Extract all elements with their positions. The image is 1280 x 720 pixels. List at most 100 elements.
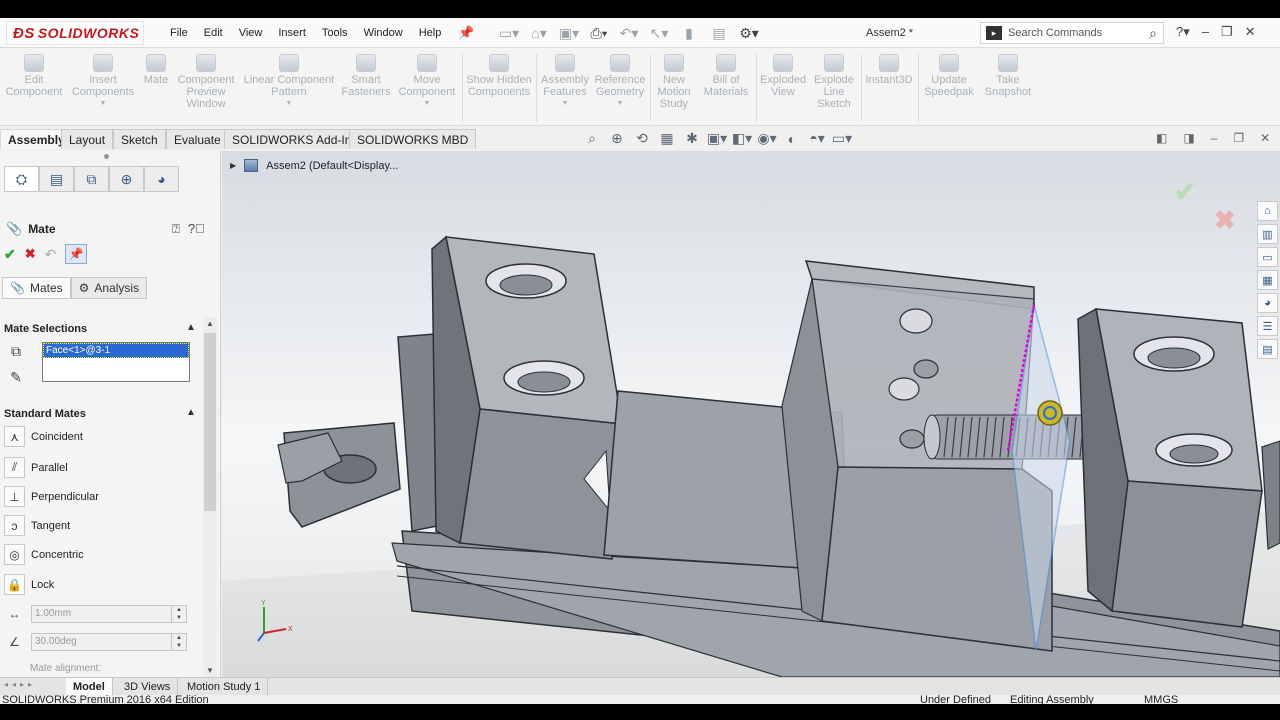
view-palette-icon[interactable]: ▦	[1257, 270, 1278, 290]
exploded-view-button[interactable]: Exploded View	[760, 54, 806, 98]
confirm-ok-check-icon[interactable]: ✔	[1174, 177, 1196, 208]
tile-left-icon[interactable]: ◧	[1156, 131, 1167, 145]
mate-button[interactable]: Mate	[140, 54, 172, 86]
collapse-caret-icon[interactable]: ▲	[186, 322, 196, 333]
dynamic-annotation-icon[interactable]: ✱	[682, 130, 702, 147]
component-preview-window-button[interactable]: Component Preview Window	[176, 54, 236, 110]
zoom-to-fit-icon[interactable]: ⌕	[582, 130, 602, 147]
instant3d-button[interactable]: Instant3D	[864, 54, 914, 86]
tree-root-label[interactable]: Assem2 (Default<Display...	[266, 160, 398, 172]
angle-field[interactable]: 30.00deg ▲ ▼	[31, 632, 187, 651]
help-icon[interactable]: ?▾	[1176, 24, 1190, 40]
whats-wrong-icon[interactable]: ⍰	[172, 221, 180, 237]
solidworks-resources-icon[interactable]: ⌂	[1257, 201, 1278, 221]
hide-show-items-icon[interactable]: ◉▾	[757, 130, 777, 147]
dimxpert-manager-tab-icon[interactable]: ⊕	[109, 166, 144, 192]
scroll-down-icon[interactable]: ▼	[206, 666, 214, 675]
appearances-icon[interactable]: ◕	[1257, 293, 1278, 313]
rebuild-icon[interactable]: ▮	[676, 23, 702, 43]
feature-tree-flyout[interactable]: ▶ Assem2 (Default<Display...	[230, 159, 398, 172]
tree-expand-icon[interactable]: ▶	[230, 161, 236, 170]
angle-icon[interactable]: ∠	[4, 631, 25, 652]
file-explorer-icon[interactable]: ▭	[1257, 247, 1278, 267]
distance-spinner[interactable]: ▲ ▼	[171, 605, 186, 622]
close-icon[interactable]: ✕	[1245, 24, 1256, 40]
menu-edit[interactable]: Edit	[196, 27, 231, 39]
viewport-close-icon[interactable]: ✕	[1260, 131, 1270, 145]
search-icon[interactable]: ⌕	[1149, 25, 1157, 42]
display-manager-tab-icon[interactable]: ◕	[144, 166, 179, 192]
undo-arrow-icon[interactable]: ↶	[45, 246, 57, 263]
minimize-icon[interactable]: –	[1202, 24, 1209, 40]
previous-view-icon[interactable]: ⟲	[632, 130, 652, 147]
mate-selections-heading[interactable]: Mate Selections	[4, 323, 87, 335]
tab-navigation-icons[interactable]: ◂◂▸▸	[4, 680, 36, 689]
design-library-icon[interactable]: ▥	[1257, 224, 1278, 244]
edit-component-button[interactable]: Edit Component	[4, 54, 64, 98]
mate-concentric[interactable]: ◎ Concentric	[4, 544, 84, 565]
cancel-x-icon[interactable]: ✖	[25, 246, 36, 262]
display-style-icon[interactable]: ◧▾	[732, 130, 752, 147]
update-speedpak-button[interactable]: Update Speedpak	[922, 54, 976, 98]
show-hidden-components-button[interactable]: Show Hidden Components	[466, 54, 532, 98]
graphics-area[interactable]: ▶ Assem2 (Default<Display... ✔ ✖ Y X	[222, 151, 1280, 677]
viewport-restore-icon[interactable]: ❐	[1233, 131, 1244, 145]
tab-solidworks-mbd[interactable]: SOLIDWORKS MBD	[349, 129, 477, 149]
tab-evaluate[interactable]: Evaluate	[166, 129, 229, 149]
solidworks-logo[interactable]: ƉS SOLIDWORKS	[6, 21, 144, 45]
tab-solidworks-addins[interactable]: SOLIDWORKS Add-Ins	[224, 129, 366, 149]
search-scope-icon[interactable]: ▸	[986, 26, 1002, 40]
mate-parallel[interactable]: ⫽ Parallel	[4, 457, 68, 478]
tab-motion-study-1[interactable]: Motion Study 1	[180, 678, 269, 695]
linear-component-pattern-button[interactable]: Linear Component Pattern ▼	[242, 54, 336, 110]
pin-menu-icon[interactable]: 📌	[458, 25, 474, 41]
insert-components-button[interactable]: Insert Components ▼	[70, 54, 136, 110]
options-gear-icon[interactable]: ⚙▾	[736, 23, 762, 43]
menu-window[interactable]: Window	[356, 27, 411, 39]
scrollbar-thumb[interactable]	[204, 333, 216, 511]
tab-analysis[interactable]: ⚙ Analysis	[70, 277, 148, 299]
entities-to-mate-icon[interactable]: ⧉	[6, 341, 26, 361]
selected-entity-item[interactable]: Face<1>@3-1	[43, 343, 189, 358]
viewport-minimize-icon[interactable]: –	[1211, 131, 1218, 145]
view-settings-icon[interactable]: ▭▾	[832, 130, 852, 147]
restore-icon[interactable]: ❐	[1221, 24, 1233, 40]
file-properties-icon[interactable]: ▤	[706, 23, 732, 43]
tab-layout[interactable]: Layout	[61, 129, 114, 149]
units-selector[interactable]: MMGS	[1144, 694, 1178, 704]
configuration-manager-tab-icon[interactable]: ⧉	[74, 166, 109, 192]
menu-tools[interactable]: Tools	[314, 27, 356, 39]
print-icon[interactable]: ⎙▾	[586, 23, 612, 43]
view-orientation-icon[interactable]: ▣▾	[707, 130, 727, 147]
rotate-handle-icon[interactable]	[1037, 400, 1063, 426]
section-view-icon[interactable]: ▦	[657, 130, 677, 147]
mate-coincident[interactable]: ⋏ Coincident	[4, 426, 83, 447]
move-component-button[interactable]: Move Component ▼	[396, 54, 458, 110]
tab-3d-views[interactable]: 3D Views	[117, 678, 179, 695]
distance-icon[interactable]: ↔	[4, 603, 25, 624]
explode-line-sketch-button[interactable]: Explode Line Sketch	[810, 54, 858, 110]
take-snapshot-button[interactable]: Take Snapshot	[982, 54, 1034, 98]
distance-field[interactable]: 1.00mm ▲ ▼	[31, 604, 187, 623]
panel-grip-icon[interactable]	[104, 154, 109, 159]
undo-icon[interactable]: ↶▾	[616, 23, 642, 43]
open-icon[interactable]: ⌂▾	[526, 23, 552, 43]
mate-tangent[interactable]: ↄ Tangent	[4, 515, 70, 536]
reference-geometry-button[interactable]: Reference Geometry ▼	[594, 54, 646, 110]
smart-fasteners-button[interactable]: Smart Fasteners	[340, 54, 392, 98]
angle-spinner[interactable]: ▲ ▼	[171, 633, 186, 650]
custom-properties-icon[interactable]: ☰	[1257, 316, 1278, 336]
edit-appearance-icon[interactable]: ◐	[782, 130, 802, 147]
keep-visible-pin-icon[interactable]: 📌	[65, 244, 88, 264]
tab-sketch[interactable]: Sketch	[113, 129, 166, 149]
multiple-mate-icon[interactable]: ✎	[6, 367, 26, 387]
select-icon[interactable]: ↖▾	[646, 23, 672, 43]
menu-file[interactable]: File	[162, 27, 196, 39]
assembly-features-button[interactable]: Assembly Features ▼	[540, 54, 590, 110]
panel-scrollbar[interactable]: ▲ ▼	[203, 317, 217, 677]
menu-help[interactable]: Help	[411, 27, 450, 39]
scroll-up-icon[interactable]: ▲	[206, 319, 214, 328]
ok-check-icon[interactable]: ✔	[4, 246, 16, 263]
standard-mates-heading[interactable]: Standard Mates	[4, 408, 86, 420]
apply-scene-icon[interactable]: ◓▾	[807, 130, 827, 147]
